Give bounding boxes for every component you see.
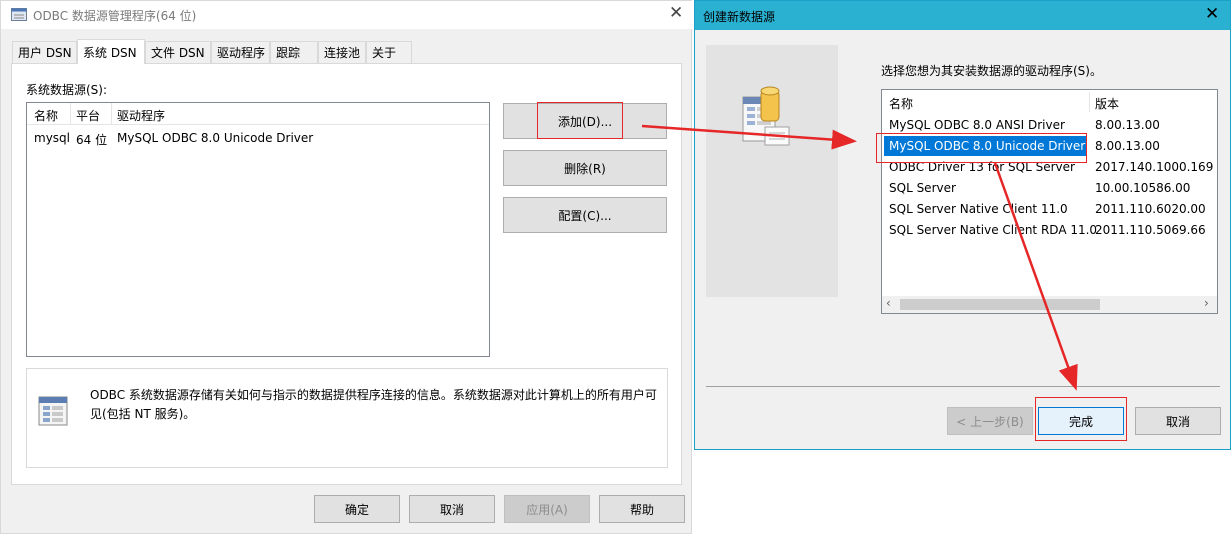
driver-list[interactable]: 名称 版本 MySQL ODBC 8.0 ANSI Driver 8.00.13.…	[881, 89, 1218, 314]
dsn-name-cell: mysql	[34, 131, 70, 145]
back-button: < 上一步(B)	[947, 407, 1033, 435]
driver-name-cell: MySQL ODBC 8.0 ANSI Driver	[889, 118, 1065, 132]
info-box: ODBC 系统数据源存储有关如何与指示的数据提供程序连接的信息。系统数据源对此计…	[26, 368, 668, 468]
tab-system-dsn[interactable]: 系统 DSN	[77, 39, 145, 64]
table-row[interactable]: SQL Server Native Client RDA 11.0 2011.11…	[882, 220, 1217, 240]
annotation-highlight-driver	[876, 133, 1087, 163]
table-row[interactable]: mysql 64 位 MySQL ODBC 8.0 Unicode Driver	[27, 129, 489, 149]
tab-user-dsn[interactable]: 用户 DSN	[12, 41, 77, 63]
dialog-title: 创建新数据源	[703, 10, 776, 24]
ok-button[interactable]: 确定	[314, 495, 400, 523]
horizontal-scrollbar[interactable]: ‹ ›	[882, 296, 1217, 313]
table-row[interactable]: SQL Server 10.00.10586.00	[882, 178, 1217, 198]
driver-name-cell: SQL Server	[889, 181, 956, 195]
odbc-admin-window: ODBC 数据源管理程序(64 位) ✕ 用户 DSN 系统 DSN 文件 DS…	[0, 0, 693, 534]
apply-button: 应用(A)	[504, 495, 590, 523]
close-button[interactable]: ✕	[669, 5, 683, 22]
tab-about[interactable]: 关于	[366, 41, 412, 63]
annotation-highlight-add	[537, 102, 623, 139]
driver-name-cell: SQL Server Native Client 11.0	[889, 202, 1068, 216]
column-header-driver[interactable]: 驱动程序	[117, 107, 165, 124]
window-title: ODBC 数据源管理程序(64 位)	[33, 9, 197, 23]
scroll-right-arrow-icon[interactable]: ›	[1204, 296, 1209, 310]
driver-version-cell: 2011.110.5069.66	[1095, 223, 1206, 237]
wizard-banner	[706, 45, 838, 297]
help-button[interactable]: 帮助	[599, 495, 685, 523]
driver-select-prompt: 选择您想为其安装数据源的驱动程序(S)。	[881, 64, 1102, 78]
cancel-button[interactable]: 取消	[1135, 407, 1221, 435]
column-header-name[interactable]: 名称	[889, 95, 913, 112]
close-button[interactable]: ✕	[1205, 6, 1219, 23]
list-header: 名称 版本	[882, 90, 1217, 112]
create-data-source-titlebar: 创建新数据源 ✕	[695, 1, 1230, 30]
column-divider[interactable]	[111, 103, 112, 125]
cancel-button[interactable]: 取消	[409, 495, 495, 523]
divider	[706, 386, 1220, 387]
database-wizard-icon	[742, 86, 790, 146]
scroll-left-arrow-icon[interactable]: ‹	[886, 296, 891, 310]
data-source-info-icon	[38, 396, 68, 426]
create-new-data-source-window: 创建新数据源 ✕ 选择您想为其安装数据源的驱动程序(S)。 名称 版本 MySQ…	[694, 0, 1231, 450]
remove-button[interactable]: 删除(R)	[503, 150, 667, 186]
driver-name-cell: SQL Server Native Client RDA 11.0	[889, 223, 1098, 237]
driver-version-cell: 10.00.10586.00	[1095, 181, 1191, 195]
table-row[interactable]: SQL Server Native Client 11.0 2011.110.60…	[882, 199, 1217, 219]
odbc-app-icon	[11, 8, 27, 21]
driver-version-cell: 2011.110.6020.00	[1095, 202, 1206, 216]
configure-button[interactable]: 配置(C)...	[503, 197, 667, 233]
column-header-name[interactable]: 名称	[34, 107, 58, 124]
info-text: ODBC 系统数据源存储有关如何与指示的数据提供程序连接的信息。系统数据源对此计…	[90, 388, 657, 421]
column-divider[interactable]	[1089, 92, 1090, 112]
tab-tracing[interactable]: 跟踪	[270, 41, 318, 63]
system-dsn-panel: 系统数据源(S): 名称 平台 驱动程序 mysql 64 位 MySQL OD…	[11, 63, 682, 485]
column-header-version[interactable]: 版本	[1095, 95, 1119, 112]
tab-drivers[interactable]: 驱动程序	[211, 41, 270, 63]
driver-version-cell: 8.00.13.00	[1095, 139, 1160, 153]
table-row[interactable]: MySQL ODBC 8.0 ANSI Driver 8.00.13.00	[882, 115, 1217, 135]
column-header-platform[interactable]: 平台	[76, 107, 100, 124]
system-data-sources-label: 系统数据源(S):	[26, 83, 108, 97]
list-header: 名称 平台 驱动程序	[27, 103, 489, 125]
odbc-admin-titlebar: ODBC 数据源管理程序(64 位) ✕	[1, 1, 693, 29]
driver-version-cell: 2017.140.1000.169	[1095, 160, 1214, 174]
annotation-highlight-finish	[1035, 397, 1127, 441]
dsn-platform-cell: 64 位	[76, 133, 108, 147]
column-divider[interactable]	[70, 103, 71, 125]
driver-version-cell: 8.00.13.00	[1095, 118, 1160, 132]
scrollbar-thumb[interactable]	[900, 299, 1100, 310]
dsn-driver-cell: MySQL ODBC 8.0 Unicode Driver	[117, 131, 314, 145]
tab-connection-pooling[interactable]: 连接池	[318, 41, 366, 63]
tab-file-dsn[interactable]: 文件 DSN	[145, 41, 211, 63]
system-dsn-list[interactable]: 名称 平台 驱动程序 mysql 64 位 MySQL ODBC 8.0 Uni…	[26, 102, 490, 357]
